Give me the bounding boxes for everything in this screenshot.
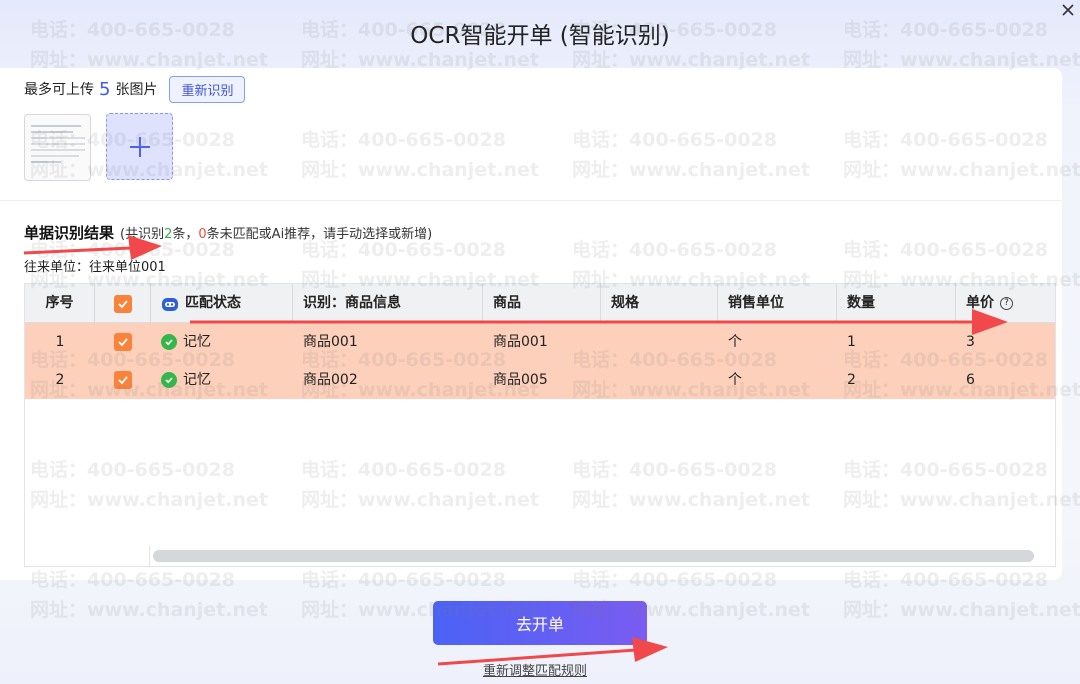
cell-unit[interactable]: 个	[718, 361, 837, 399]
header-unit: 销售单位	[718, 284, 837, 323]
upload-limit-suffix: 张图片	[115, 82, 158, 98]
header-product: 商品	[483, 284, 601, 323]
cell-qty[interactable]: 1	[837, 323, 956, 361]
cell-status: 记忆	[151, 323, 293, 361]
column-divider	[149, 546, 150, 566]
check-circle-icon	[161, 334, 177, 350]
dialog-title: OCR智能开单 (智能识别)	[410, 23, 670, 49]
select-all-checkbox[interactable]	[113, 294, 132, 313]
section-divider	[0, 200, 1062, 201]
row-checkbox[interactable]	[114, 371, 132, 389]
plus-icon	[129, 136, 150, 157]
cell-price[interactable]: 6	[956, 361, 1055, 399]
header-status-label: 匹配状态	[185, 295, 241, 311]
upload-limit-row: 最多可上传 5 张图片 重新识别	[24, 75, 246, 103]
uploaded-image-thumbnail[interactable]	[24, 114, 91, 181]
cell-select	[95, 323, 151, 361]
robot-icon	[162, 297, 178, 311]
check-circle-icon	[161, 372, 177, 388]
header-status: 匹配状态	[151, 284, 293, 323]
cell-product[interactable]: 商品001	[483, 323, 601, 361]
cell-ocr-info: 商品002	[303, 372, 358, 388]
table-header: 序号 匹配状态 识别：商品信息 商品 规格 销售单位 数量 单价 ?	[25, 284, 1055, 323]
cell-ocr-info: 商品001	[303, 334, 358, 350]
row-checkbox[interactable]	[114, 333, 132, 351]
header-ocr-info: 识别：商品信息	[293, 284, 483, 323]
close-icon[interactable]	[1060, 2, 1076, 18]
result-title: 单据识别结果	[24, 224, 115, 242]
header-seq: 序号	[25, 284, 95, 323]
upload-limit-prefix: 最多可上传	[24, 82, 94, 98]
cell-select	[95, 361, 151, 399]
cell-product[interactable]: 商品005	[483, 361, 601, 399]
header-price-label: 单价	[966, 295, 994, 311]
result-summary: (共识别2条，0条未匹配或Ai推荐，请手动选择或新增)	[120, 227, 433, 242]
cell-qty[interactable]: 2	[837, 361, 956, 399]
cell-unit[interactable]: 个	[718, 323, 837, 361]
go-create-order-button[interactable]: 去开单	[433, 601, 647, 645]
readjust-rules-link[interactable]: 重新调整匹配规则	[483, 660, 587, 679]
help-icon[interactable]: ?	[1000, 297, 1013, 310]
dialog-panel: 最多可上传 5 张图片 重新识别 单据识别结果 (共识别2条，0条未匹配或Ai推…	[0, 68, 1062, 580]
cell-status: 记忆	[151, 361, 293, 399]
upload-limit-count: 5	[99, 78, 111, 100]
table-row[interactable]: 1 记忆 商品001 商品001 个 1 3	[25, 323, 1055, 361]
re-recognize-button[interactable]: 重新识别	[169, 75, 246, 103]
cell-seq: 1	[55, 334, 65, 350]
cell-seq: 2	[55, 372, 65, 388]
status-label: 记忆	[183, 372, 211, 388]
header-spec: 规格	[601, 284, 718, 323]
cell-price[interactable]: 3	[956, 323, 1055, 361]
header-price: 单价 ?	[956, 284, 1055, 323]
partner-label: 往来单位：往来单位001	[24, 260, 166, 275]
add-image-button[interactable]	[106, 113, 173, 180]
cell-spec	[601, 323, 718, 361]
unmatched-count: 0	[198, 227, 207, 242]
table-row[interactable]: 2 记忆 商品002 商品005 个 2 6	[25, 361, 1055, 399]
result-table: 序号 匹配状态 识别：商品信息 商品 规格 销售单位 数量 单价 ? 1 记忆 …	[24, 283, 1056, 567]
cell-spec	[601, 361, 718, 399]
status-label: 记忆	[183, 334, 211, 350]
header-select-all	[95, 284, 151, 323]
header-qty: 数量	[837, 284, 956, 323]
horizontal-scrollbar[interactable]	[153, 550, 1034, 562]
result-heading: 单据识别结果 (共识别2条，0条未匹配或Ai推荐，请手动选择或新增)	[24, 222, 432, 243]
